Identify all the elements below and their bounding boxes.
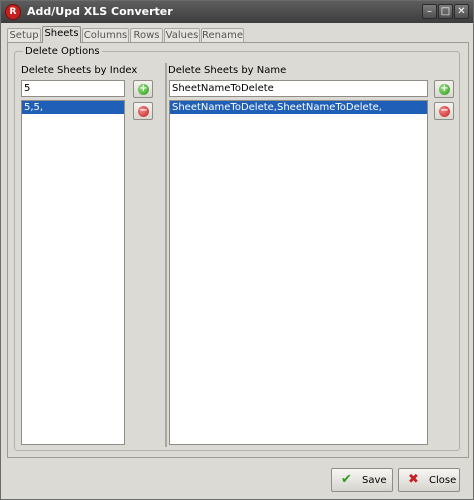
by-name-label: Delete Sheets by Name xyxy=(168,65,287,76)
list-item[interactable]: SheetNameToDelete,SheetNameToDelete, xyxy=(170,101,427,114)
sheet-name-input[interactable]: SheetNameToDelete xyxy=(169,80,428,97)
add-name-button[interactable]: + xyxy=(434,80,454,98)
tab-rows[interactable]: Rows xyxy=(130,28,163,42)
remove-name-button[interactable]: − xyxy=(434,102,454,120)
name-list[interactable]: SheetNameToDelete,SheetNameToDelete, xyxy=(169,100,428,445)
tab-setup[interactable]: Setup xyxy=(7,28,41,42)
add-index-button[interactable]: + xyxy=(133,80,153,98)
x-icon: ✖ xyxy=(408,472,419,487)
tab-values[interactable]: Values xyxy=(164,28,200,42)
minus-circle-icon: − xyxy=(138,105,149,117)
tab-sheets[interactable]: Sheets xyxy=(42,26,81,43)
minus-circle-icon: − xyxy=(439,105,450,117)
tab-columns[interactable]: Columns xyxy=(82,28,129,42)
maximize-button[interactable]: □ xyxy=(438,4,453,19)
index-list[interactable]: 5,5, xyxy=(21,100,125,445)
sheets-tab-panel: Delete Options Delete Sheets by Index 5 … xyxy=(7,42,469,458)
tab-rename[interactable]: Rename xyxy=(201,28,244,42)
app-logo-icon: R xyxy=(5,4,21,20)
save-label: Save xyxy=(362,475,387,486)
close-label: Close xyxy=(429,475,457,486)
remove-index-button[interactable]: − xyxy=(133,102,153,120)
converter-window: R Add/Upd XLS Converter – □ ✕ Setup Shee… xyxy=(0,0,474,500)
sheet-index-input[interactable]: 5 xyxy=(21,80,125,97)
close-button[interactable]: ✖ Close xyxy=(398,468,460,492)
list-item[interactable]: 5,5, xyxy=(22,101,124,114)
checkmark-icon: ✔ xyxy=(341,472,352,487)
close-window-button[interactable]: ✕ xyxy=(454,4,469,19)
by-index-label: Delete Sheets by Index xyxy=(21,65,138,76)
window-title: Add/Upd XLS Converter xyxy=(27,5,173,18)
plus-circle-icon: + xyxy=(439,83,450,95)
title-bar[interactable]: R Add/Upd XLS Converter – □ ✕ xyxy=(1,1,473,23)
plus-circle-icon: + xyxy=(138,83,149,95)
delete-options-legend: Delete Options xyxy=(23,46,102,57)
minimize-button[interactable]: – xyxy=(422,4,437,19)
save-button[interactable]: ✔ Save xyxy=(331,468,393,492)
